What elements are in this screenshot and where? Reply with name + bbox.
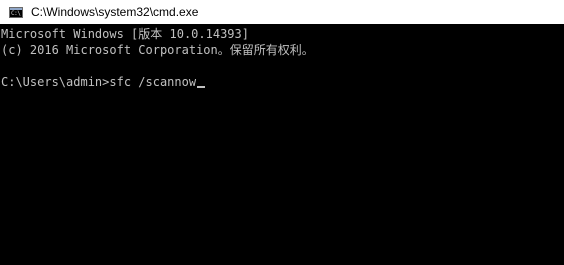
console-line-copyright: (c) 2016 Microsoft Corporation。保留所有权利。 xyxy=(1,43,314,57)
command-line[interactable]: C:\Users\admin> sfc /scannow xyxy=(1,74,564,90)
console-line-version: Microsoft Windows [版本 10.0.14393] xyxy=(1,27,249,41)
text-cursor xyxy=(197,86,206,88)
console-output[interactable]: Microsoft Windows [版本 10.0.14393] (c) 20… xyxy=(0,26,564,265)
cmd-icon[interactable] xyxy=(9,6,23,18)
title-bar[interactable]: C:\Windows\system32\cmd.exe xyxy=(0,0,564,24)
window-title: C:\Windows\system32\cmd.exe xyxy=(31,5,199,19)
command-input[interactable]: sfc /scannow xyxy=(109,74,196,90)
cmd-window: C:\Windows\system32\cmd.exe Microsoft Wi… xyxy=(0,0,564,265)
command-prompt: C:\Users\admin> xyxy=(1,75,110,89)
